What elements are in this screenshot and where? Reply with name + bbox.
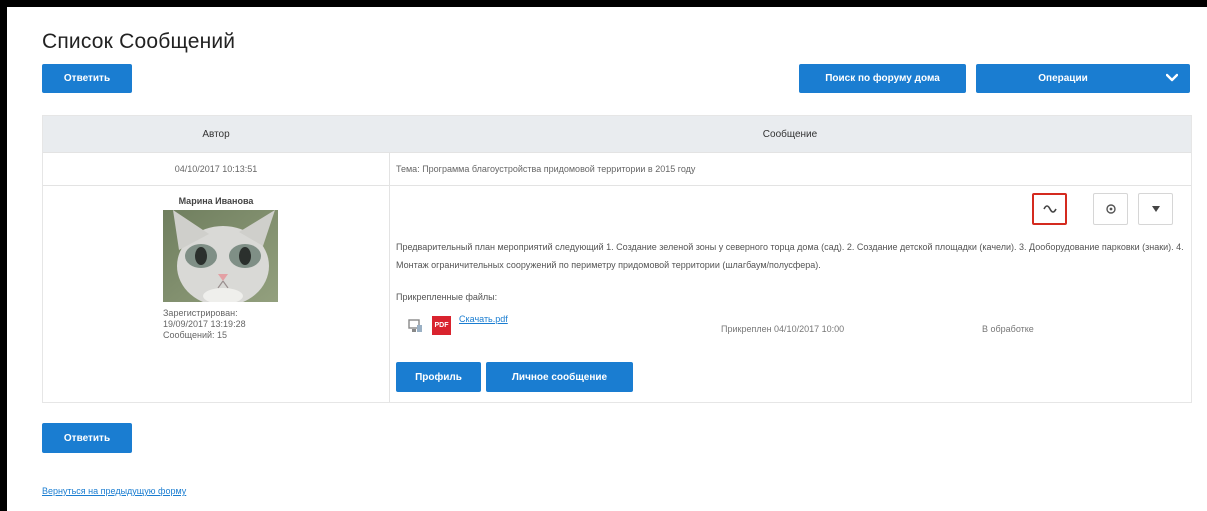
chevron-down-icon (1166, 73, 1178, 82)
more-options-button[interactable] (1138, 193, 1173, 225)
topic-title: Тема: Программа благоустройства придомов… (396, 163, 696, 174)
avatar (163, 210, 278, 302)
search-house-forum-button[interactable]: Поиск по форуму дома (799, 64, 966, 93)
caret-down-icon (1151, 206, 1160, 212)
attached-files-label: Прикрепленные файлы: (396, 292, 498, 302)
author-name: Марина Иванова (178, 196, 254, 206)
private-message-button[interactable]: Личное сообщение (486, 362, 633, 392)
quote-button[interactable] (1032, 193, 1067, 225)
registered-date: 19/09/2017 13:19:28 (163, 319, 246, 329)
view-file-icon[interactable] (407, 318, 423, 334)
gear-icon (1105, 204, 1116, 214)
column-header-author: Автор (202, 128, 230, 140)
back-to-previous-form-link[interactable]: Вернуться на предыдущую форму (42, 486, 186, 496)
file-status: В обработке (982, 324, 1034, 334)
post-date: 04/10/2017 10:13:51 (174, 163, 258, 174)
reply-button-bottom[interactable]: Ответить (42, 423, 132, 453)
page-title: Список Сообщений (42, 30, 236, 53)
operations-dropdown[interactable]: Операции (976, 64, 1190, 93)
column-header-message: Сообщение (762, 128, 818, 140)
settings-button[interactable] (1093, 193, 1128, 225)
row-divider (43, 185, 1191, 186)
pdf-file-icon[interactable]: PDF (432, 316, 451, 335)
frame-border-left (0, 0, 7, 511)
reply-button-top[interactable]: Ответить (42, 64, 132, 93)
column-divider (389, 152, 390, 402)
messages-count: Сообщений: 15 (163, 330, 228, 340)
message-body: Предварительный план мероприятий следующ… (396, 242, 1184, 270)
quote-icon (1042, 205, 1057, 213)
operations-label: Операции (1038, 73, 1088, 84)
frame-border-top (0, 0, 1207, 7)
monitor-icon (408, 319, 422, 332)
registered-label: Зарегистрирован: (163, 308, 238, 318)
file-attached-date: Прикреплен 04/10/2017 10:00 (721, 324, 845, 334)
author-meta: Зарегистрирован: 19/09/2017 13:19:28 Соо… (163, 308, 246, 341)
cat-avatar-image (163, 210, 278, 302)
profile-button[interactable]: Профиль (396, 362, 481, 392)
file-download-link[interactable]: Скачать.pdf (459, 314, 508, 324)
